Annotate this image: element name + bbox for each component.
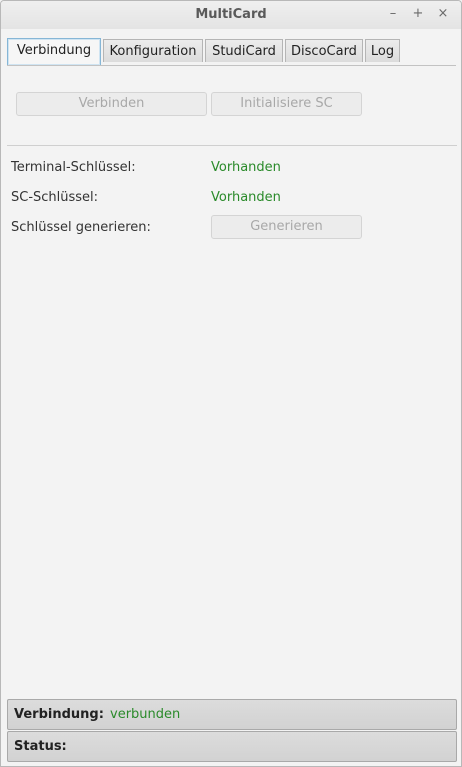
tab-konfiguration[interactable]: Konfiguration [103,39,203,62]
close-button[interactable]: × [434,5,452,23]
tab-studicard[interactable]: StudiCard [205,39,283,62]
tab-discocard[interactable]: DiscoCard [285,39,363,62]
status-box: Status: [7,731,457,762]
sc-key-label: SC-Schlüssel: [11,190,99,205]
terminal-key-label: Terminal-Schlüssel: [11,160,136,175]
maximize-button[interactable]: + [409,5,427,23]
generate-key-label: Schlüssel generieren: [11,220,151,235]
terminal-key-value: Vorhanden [211,160,281,175]
connect-button[interactable]: Verbinden [16,92,207,116]
connection-status-value: verbunden [110,707,181,722]
section-divider [7,145,457,146]
minimize-button[interactable]: – [384,5,402,23]
tab-verbindung[interactable]: Verbindung [7,38,101,65]
tab-log[interactable]: Log [365,39,400,62]
connection-status-label: Verbindung: [14,707,104,722]
init-sc-button[interactable]: Initialisiere SC [211,92,362,116]
connection-status-box: Verbindung: verbunden [7,699,457,730]
status-label: Status: [14,739,67,754]
title-bar[interactable]: MultiCard – + × [1,1,461,29]
sc-key-value: Vorhanden [211,190,281,205]
generate-button[interactable]: Generieren [211,215,362,239]
tab-bar: Verbindung Konfiguration StudiCard Disco… [7,35,456,66]
main-window: MultiCard – + × Verbindung Konfiguration… [0,0,462,767]
